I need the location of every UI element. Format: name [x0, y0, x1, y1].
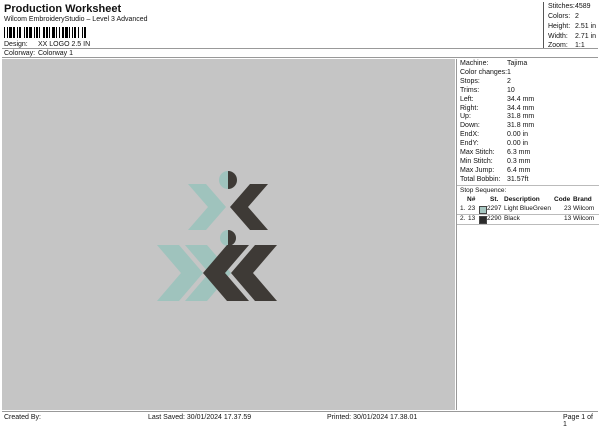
bottom-head-right-half [228, 230, 236, 246]
zoom-label: Zoom: [548, 42, 568, 49]
machine-info-label: Trims: [460, 86, 480, 94]
colorway-label: Colorway: [4, 50, 36, 57]
design-label: Design: [4, 41, 28, 48]
machine-info-label: EndY: [460, 140, 479, 148]
page-number: Page 1 of 1 [563, 414, 593, 428]
machine-info-label: Max Stitch: [460, 149, 495, 156]
row-num: 13 [468, 215, 476, 222]
row-index: 1. [460, 205, 466, 212]
machine-info-label: Color changes: [460, 68, 508, 76]
machine-info-label: Down: [460, 122, 480, 130]
design-value: XX LOGO 2.5 IN [38, 41, 91, 48]
machine-info-value: 6.3 mm [507, 149, 531, 156]
row-code: 13 [564, 215, 572, 222]
colorway-value: Colorway 1 [38, 50, 74, 57]
row-code: 23 [564, 205, 572, 212]
col-num: N# [467, 196, 476, 203]
machine-info-value: 34.4 mm [507, 104, 535, 112]
footer: Created By: Last Saved: 30/01/2024 17.37… [2, 411, 598, 428]
top-right-chevron [230, 184, 268, 230]
last-saved: Last Saved: 30/01/2024 17.37.59 [148, 414, 252, 421]
row-st: 2297 [487, 205, 502, 212]
design-stats-box: Stitches: 4589 Colors: 2 Height: 2.51 in… [543, 2, 598, 49]
row-num: 23 [468, 205, 476, 212]
machine-info-value: 0.00 in [507, 140, 529, 148]
zoom-value: 1:1 [575, 42, 585, 49]
row-index: 2. [460, 215, 466, 222]
machine-info-label: Machine: [460, 60, 489, 67]
machine-info-value: 10 [507, 86, 515, 94]
machine-info-value: 31.57ft [507, 175, 529, 183]
created-by: Created By: [4, 414, 41, 421]
machine-info-value: 1 [507, 68, 511, 76]
machine-info-value: 31.8 mm [507, 113, 535, 121]
color-swatch [479, 216, 487, 224]
machine-info-label: Total Bobbin: [460, 175, 501, 183]
row-desc: Light BlueGreen [504, 205, 551, 212]
height-label: Height: [548, 23, 571, 30]
machine-info-label: Right: [460, 104, 479, 112]
stop-sequence-columns: N# St. Description Code Brand [457, 196, 599, 205]
machine-info-label: Min Stitch: [460, 157, 493, 165]
machine-info-panel: Stop Sequence: N# St. Description Code B… [456, 59, 599, 410]
colors-label: Colors: [548, 13, 571, 20]
machine-info-label: Stops: [460, 77, 480, 85]
stop-sequence-header: Stop Sequence: [457, 185, 599, 196]
machine-info-label: Left: [460, 95, 474, 103]
machine-info-value: 0.3 mm [507, 157, 531, 165]
row-desc: Black [504, 215, 520, 222]
machine-info-label: EndX: [460, 131, 480, 139]
stitches-value: 4589 [575, 3, 591, 10]
embroidery-logo [157, 171, 277, 301]
machine-info-value: 6.4 mm [507, 166, 531, 174]
table-row: 1. 23 2297 Light BlueGreen 23 Wilcom [457, 205, 599, 214]
table-row: 2. 13 2290 Black 13 Wilcom [457, 215, 599, 224]
machine-info-value: 31.8 mm [507, 122, 535, 130]
row-brand: Wilcom [573, 205, 595, 212]
col-desc: Description [504, 196, 540, 203]
machine-info-label: Max Jump: [460, 166, 495, 174]
machine-info-value: 2 [507, 77, 511, 85]
width-label: Width: [548, 33, 568, 40]
top-head-right-half [228, 171, 237, 189]
barcode [4, 27, 117, 38]
machine-info-value: 34.4 mm [507, 95, 535, 103]
height-value: 2.51 in [575, 23, 597, 30]
col-brand: Brand [573, 196, 592, 203]
stitches-label: Stitches: [548, 3, 575, 10]
width-value: 2.71 in [575, 33, 597, 40]
design-canvas [2, 59, 455, 410]
page-title: Production Worksheet [4, 3, 122, 15]
stop-sequence-title: Stop Sequence: [460, 187, 507, 194]
row-st: 2290 [487, 215, 502, 222]
machine-info-label: Up: [460, 113, 471, 121]
machine-info-value: 0.00 in [507, 131, 529, 139]
top-left-chevron [188, 184, 226, 230]
col-st: St. [490, 196, 499, 203]
colors-value: 2 [575, 13, 579, 20]
color-swatch [479, 206, 487, 214]
machine-info-value: Tajima [507, 60, 528, 67]
col-code: Code [554, 196, 571, 203]
software-subtitle: Wilcom EmbroideryStudio – Level 3 Advanc… [4, 16, 148, 23]
row-brand: Wilcom [573, 215, 595, 222]
printed-date: Printed: 30/01/2024 17.38.01 [327, 414, 418, 421]
